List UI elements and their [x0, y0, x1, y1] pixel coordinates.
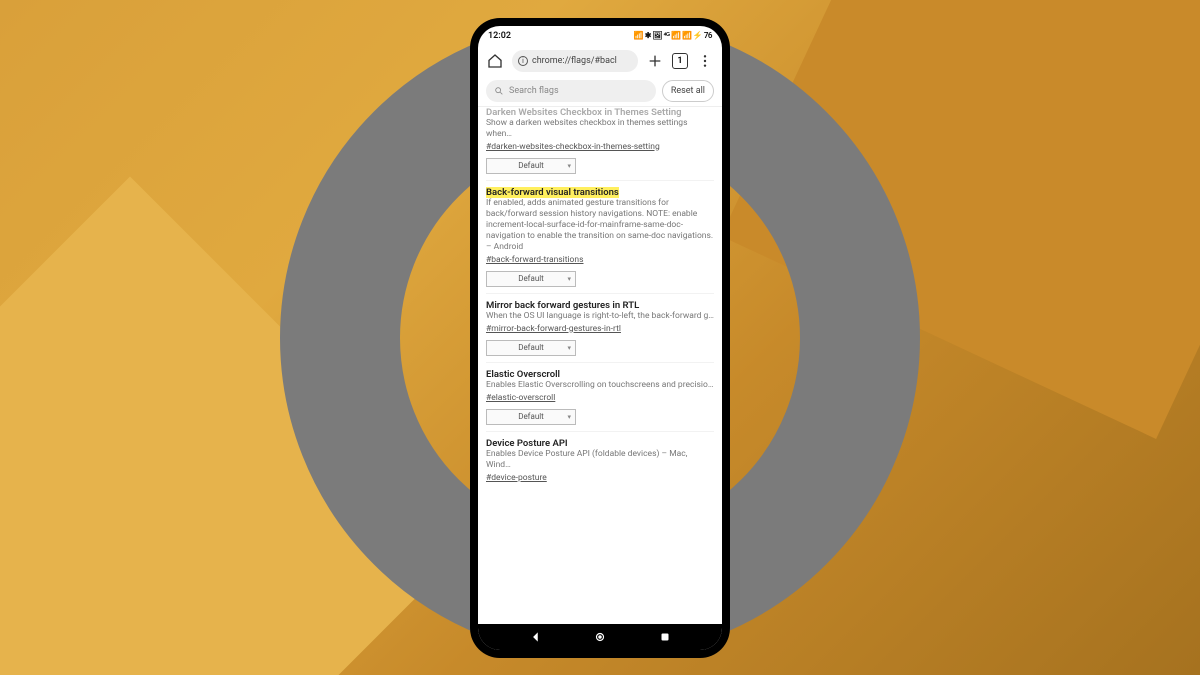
home-icon[interactable] [486, 52, 504, 70]
flag-hash-link[interactable]: #elastic-overscroll [486, 393, 714, 403]
flag-item: Back-forward visual transitions If enabl… [486, 181, 714, 294]
flag-item: Mirror back forward gestures in RTL When… [486, 294, 714, 363]
reset-all-button[interactable]: Reset all [662, 80, 714, 102]
address-bar[interactable]: i chrome://flags/#bacl [512, 50, 638, 72]
url-text: chrome://flags/#bacl [532, 56, 617, 66]
flag-item: Elastic Overscroll Enables Elastic Overs… [486, 363, 714, 432]
flags-search-row: Search flags Reset all [478, 76, 722, 107]
search-icon [494, 86, 504, 96]
phone-screen: 12:02 📶 ✱ 🖼 ⁴ᴳ 📶 📶 ⚡ 76 i chrome://flags… [478, 26, 722, 650]
flag-dropdown[interactable]: Default [486, 340, 576, 356]
flag-dropdown[interactable]: Default [486, 409, 576, 425]
flag-item: Device Posture API Enables Device Postur… [486, 432, 714, 489]
tab-switcher[interactable]: 1 [672, 53, 688, 69]
status-bar: 12:02 📶 ✱ 🖼 ⁴ᴳ 📶 📶 ⚡ 76 [478, 26, 722, 46]
flag-title: Device Posture API [486, 438, 568, 449]
flag-title: Elastic Overscroll [486, 369, 560, 380]
nav-back-icon[interactable] [529, 630, 543, 644]
flag-dropdown[interactable]: Default [486, 271, 576, 287]
flags-list[interactable]: Darken Websites Checkbox in Themes Setti… [478, 107, 722, 624]
flag-title: Mirror back forward gestures in RTL [486, 300, 639, 311]
browser-toolbar: i chrome://flags/#bacl 1 [478, 46, 722, 76]
flag-hash-link[interactable]: #back-forward-transitions [486, 255, 714, 265]
new-tab-icon[interactable] [646, 52, 664, 70]
flag-title: Darken Websites Checkbox in Themes Setti… [486, 107, 682, 118]
flag-hash-link[interactable]: #device-posture [486, 473, 714, 483]
flag-description: If enabled, adds animated gesture transi… [486, 198, 714, 253]
nav-recents-icon[interactable] [658, 630, 672, 644]
nav-home-icon[interactable] [593, 630, 607, 644]
flag-description: Enables Elastic Overscrolling on touchsc… [486, 380, 714, 391]
flag-hash-link[interactable]: #darken-websites-checkbox-in-themes-sett… [486, 142, 714, 152]
flag-dropdown[interactable]: Default [486, 158, 576, 174]
android-nav-bar [478, 624, 722, 650]
site-info-icon[interactable]: i [518, 56, 528, 66]
flag-title: Back-forward visual transitions [486, 187, 619, 198]
flag-description: When the OS UI language is right-to-left… [486, 311, 714, 322]
status-time: 12:02 [488, 31, 511, 41]
flag-hash-link[interactable]: #mirror-back-forward-gestures-in-rtl [486, 324, 714, 334]
status-indicators: 📶 ✱ 🖼 ⁴ᴳ 📶 📶 ⚡ 76 [634, 31, 712, 40]
menu-icon[interactable] [696, 52, 714, 70]
phone-frame: 12:02 📶 ✱ 🖼 ⁴ᴳ 📶 📶 ⚡ 76 i chrome://flags… [470, 18, 730, 658]
flag-item: Darken Websites Checkbox in Themes Setti… [486, 107, 714, 181]
flag-description: Show a darken websites checkbox in theme… [486, 118, 714, 140]
flag-description: Enables Device Posture API (foldable dev… [486, 449, 714, 471]
search-input[interactable]: Search flags [486, 80, 656, 102]
